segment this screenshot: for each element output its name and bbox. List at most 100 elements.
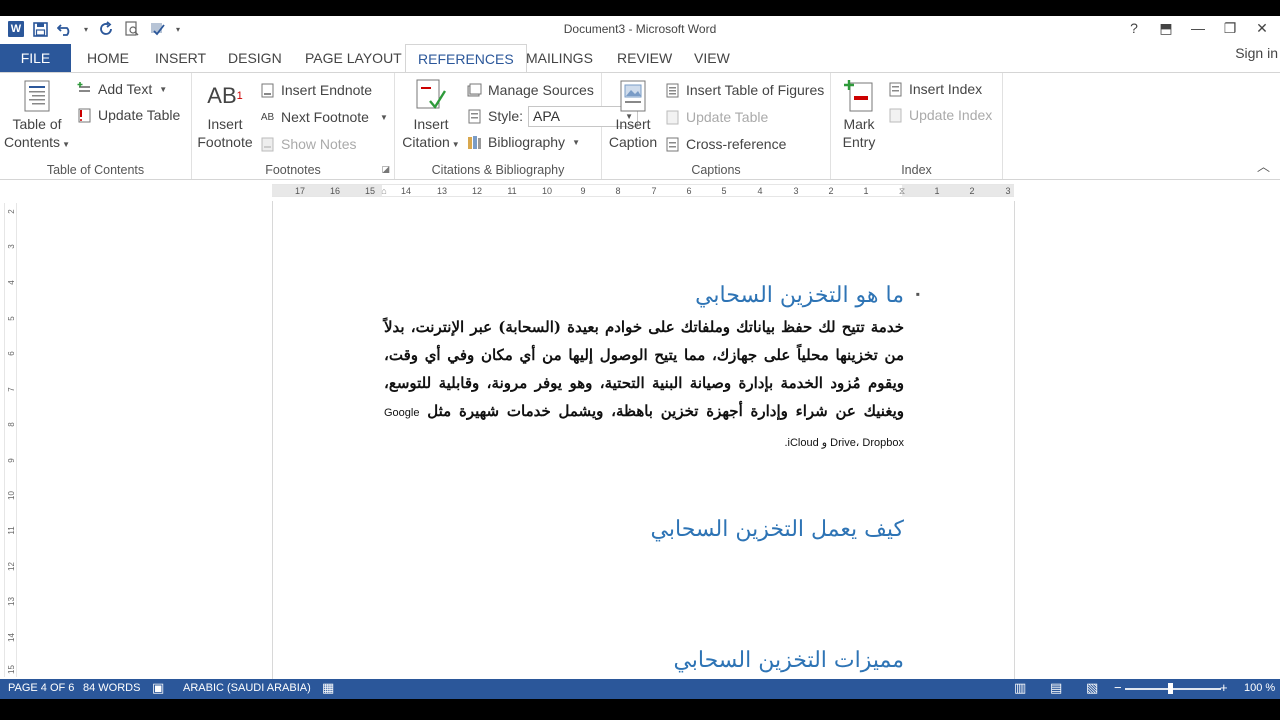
vruler-tick: 5 <box>7 316 16 321</box>
group-captions: Insert Caption Insert Table of Figures U… <box>602 73 831 179</box>
tab-file[interactable]: FILE <box>0 44 71 72</box>
update-table-icon <box>76 107 93 124</box>
ruler-tick: 1 <box>863 186 869 196</box>
tab-design[interactable]: DESIGN <box>216 44 294 72</box>
insert-table-of-figures-button[interactable]: Insert Table of Figures <box>664 79 824 101</box>
update-index-button[interactable]: Update Index <box>887 104 992 126</box>
add-text-label: Add Text <box>98 81 153 97</box>
document-area: ما هو التخزين السحابي ▪ خدمة تتيح لك حفظ… <box>20 201 1280 679</box>
window-title: Document3 - Microsoft Word <box>563 22 717 36</box>
update-table-captions-label: Update Table <box>686 109 769 125</box>
insert-citation-button[interactable]: Insert Citation ▼ <box>399 79 463 154</box>
zoom-slider-track[interactable] <box>1125 688 1221 690</box>
horizontal-ruler[interactable]: 17 16 15 14 13 12 11 10 9 8 7 6 5 4 3 2 … <box>272 184 1014 197</box>
zoom-in-button[interactable]: + <box>1220 680 1228 695</box>
tab-insert[interactable]: INSERT <box>143 44 218 72</box>
vruler-tick: 4 <box>7 280 16 285</box>
vruler-tick: 6 <box>7 351 16 356</box>
caption-icon <box>618 79 648 113</box>
heading-cloud-storage-features[interactable]: مميزات التخزين السحابي <box>673 648 904 673</box>
right-indent-marker-icon[interactable]: ⧖ <box>899 186 905 197</box>
add-text-button[interactable]: Add Text ▼ <box>76 78 167 100</box>
update-table-captions-button[interactable]: Update Table <box>664 106 768 128</box>
insert-caption-button[interactable]: Insert Caption <box>604 79 662 151</box>
zoom-out-button[interactable]: − <box>1114 680 1122 695</box>
insert-footnote-label-2: Footnote <box>197 134 253 150</box>
ruler-tick: 4 <box>757 186 763 196</box>
zoom-slider-thumb[interactable] <box>1168 683 1173 694</box>
close-icon[interactable]: ✕ <box>1252 18 1272 38</box>
tab-page-layout[interactable]: PAGE LAYOUT <box>293 44 414 72</box>
status-bar: PAGE 4 OF 6 84 WORDS ▣ ARABIC (SAUDI ARA… <box>0 679 1280 699</box>
tab-home[interactable]: HOME <box>75 44 141 72</box>
vruler-tick: 11 <box>7 526 16 535</box>
mark-entry-label-2: Entry <box>842 134 876 150</box>
mark-entry-button[interactable]: Mark Entry <box>833 79 885 151</box>
show-notes-icon <box>259 136 276 153</box>
tab-references[interactable]: REFERENCES <box>405 44 527 73</box>
footnotes-dialog-launcher-icon[interactable]: ◪ <box>381 164 390 175</box>
endnote-icon <box>259 82 276 99</box>
next-footnote-button[interactable]: AB Next Footnote ▼ <box>259 106 388 128</box>
print-layout-icon[interactable]: ▤ <box>1050 680 1062 696</box>
minimize-icon[interactable]: — <box>1188 18 1208 38</box>
word-count[interactable]: 84 WORDS <box>83 682 140 694</box>
tab-review[interactable]: REVIEW <box>605 44 684 72</box>
cross-reference-button[interactable]: Cross-reference <box>664 133 786 155</box>
update-table-label: Update Table <box>98 107 181 123</box>
bullet-marker-icon: ▪ <box>915 287 920 301</box>
ribbon-display-options-icon[interactable]: ⬒ <box>1156 18 1176 38</box>
table-of-contents-button[interactable]: Table of Contents ▼ <box>4 79 70 154</box>
heading-how-cloud-storage-works[interactable]: كيف يعمل التخزين السحابي <box>651 517 904 542</box>
ruler-tick: 2 <box>828 186 834 196</box>
insert-footnote-label-1: Insert <box>207 116 243 132</box>
proofing-icon[interactable]: ▣ <box>152 680 164 696</box>
update-table-toc-button[interactable]: Update Table <box>76 104 180 126</box>
language-indicator[interactable]: ARABIC (SAUDI ARABIA) <box>183 682 311 694</box>
vruler-tick: 2 <box>7 209 16 214</box>
citation-icon <box>416 79 446 113</box>
restore-icon[interactable]: ❐ <box>1220 18 1240 38</box>
next-footnote-label: Next Footnote <box>281 109 369 125</box>
ribbon-tabs: FILE HOME INSERT DESIGN PAGE LAYOUT REFE… <box>0 44 1280 73</box>
paragraph-main-text: خدمة تتيح لك حفظ بياناتك وملفاتك على خوا… <box>384 318 904 420</box>
group-footnotes: AB 1 Insert Footnote Insert Endnote AB Ne… <box>192 73 395 179</box>
tab-view[interactable]: VIEW <box>682 44 742 72</box>
insert-footnote-button[interactable]: AB 1 Insert Footnote <box>194 79 256 151</box>
macro-recording-icon[interactable]: ▦ <box>322 680 334 696</box>
chevron-down-icon: ▼ <box>572 137 580 147</box>
bibliography-button[interactable]: Bibliography ▼ <box>466 131 580 153</box>
manage-sources-button[interactable]: Manage Sources <box>466 79 594 101</box>
paragraph-cloud-storage-definition[interactable]: خدمة تتيح لك حفظ بياناتك وملفاتك على خوا… <box>384 313 904 457</box>
heading-what-is-cloud-storage[interactable]: ما هو التخزين السحابي <box>695 283 904 308</box>
help-icon[interactable]: ? <box>1124 18 1144 38</box>
update-index-label: Update Index <box>909 107 993 123</box>
manage-sources-icon <box>466 82 483 99</box>
show-notes-button[interactable]: Show Notes <box>259 133 356 155</box>
group-label-footnotes: Footnotes <box>265 163 321 177</box>
web-layout-icon[interactable]: ▧ <box>1086 680 1098 696</box>
page-count[interactable]: PAGE 4 OF 6 <box>8 682 74 694</box>
tab-mailings[interactable]: MAILINGS <box>514 44 605 72</box>
read-mode-icon[interactable]: ▥ <box>1014 680 1026 696</box>
table-of-contents-icon <box>22 79 52 113</box>
left-indent-marker-icon[interactable]: ⌂ <box>381 186 386 196</box>
insert-index-button[interactable]: Insert Index <box>887 78 982 100</box>
insert-endnote-button[interactable]: Insert Endnote <box>259 79 372 101</box>
vruler-tick: 10 <box>7 491 16 500</box>
document-page[interactable]: ما هو التخزين السحابي ▪ خدمة تتيح لك حفظ… <box>272 201 1015 679</box>
ruler-tick: 15 <box>364 186 376 196</box>
manage-sources-label: Manage Sources <box>488 82 594 98</box>
ruler-tick: 5 <box>721 186 727 196</box>
vruler-tick: 3 <box>7 244 16 249</box>
vertical-ruler[interactable]: 2 3 4 5 6 7 8 9 10 11 12 13 14 15 <box>4 203 17 677</box>
zoom-level[interactable]: 100 % <box>1244 682 1275 694</box>
ruler-tick: 13 <box>436 186 448 196</box>
vertical-scrollbar[interactable] <box>1268 201 1280 679</box>
insert-index-icon <box>887 81 904 98</box>
style-icon <box>466 108 483 125</box>
collapse-ribbon-icon[interactable]: ︿ <box>1257 156 1270 175</box>
ruler-right-margin <box>902 185 1014 196</box>
word-window: W ▾ ▾ Document3 - Microsoft Word ? ⬒ — ❐… <box>0 0 1280 720</box>
sign-in-link[interactable]: Sign in <box>1235 45 1278 61</box>
